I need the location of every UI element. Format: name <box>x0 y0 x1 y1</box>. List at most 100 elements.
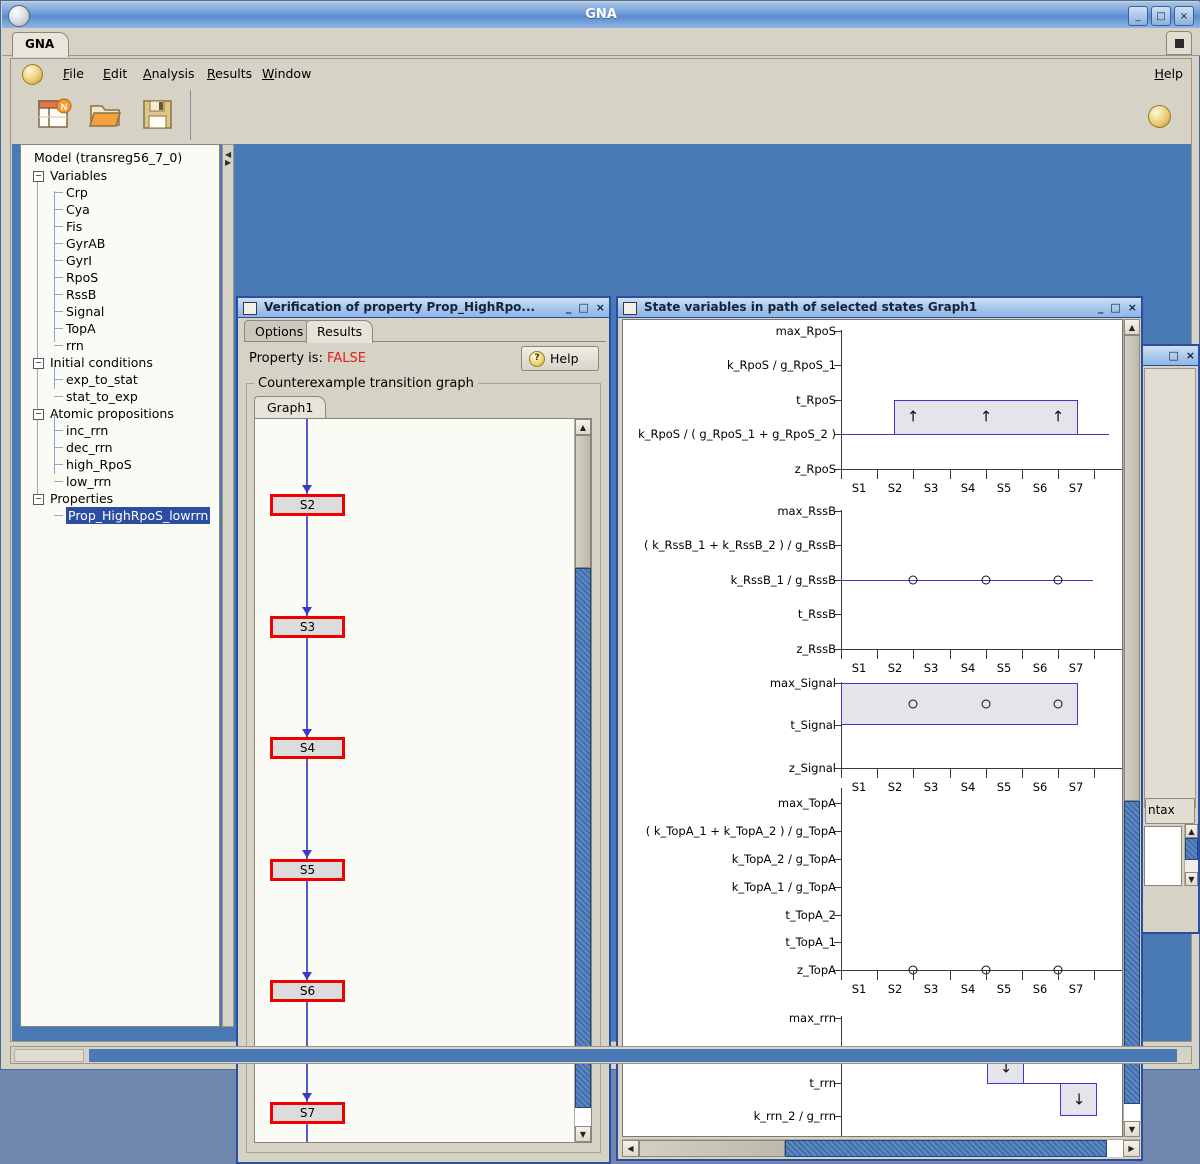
tree-item-cya[interactable]: Cya <box>66 201 90 218</box>
tree-group-properties[interactable]: Properties <box>50 490 113 507</box>
tree-item-dec-rrn[interactable]: dec_rrn <box>66 439 113 456</box>
state-variables-maximize-button[interactable]: □ <box>1110 301 1120 314</box>
topa-xtick-s1: S1 <box>851 982 867 996</box>
plot-scroll-down-button[interactable]: ▼ <box>1124 1121 1140 1137</box>
splitter-right-arrow-icon[interactable]: ▶ <box>225 159 231 167</box>
background-maximize-button[interactable]: □ <box>1168 349 1178 362</box>
background-editor-window[interactable]: □ × ntax ▲ ▼ <box>1140 344 1200 934</box>
tree-item-rssb[interactable]: RssB <box>66 286 96 303</box>
verification-close-button[interactable]: × <box>596 301 605 314</box>
menu-file[interactable]: FFileile <box>58 65 89 83</box>
status-indicator-icon <box>1148 105 1171 128</box>
minimize-button[interactable]: _ <box>1128 6 1148 26</box>
menu-analysis[interactable]: Analysis <box>138 65 200 83</box>
background-close-button[interactable]: × <box>1186 349 1195 362</box>
rrn-marker-s7-arrow-down-icon: ↓ <box>1072 1090 1086 1109</box>
menu-window[interactable]: Window <box>257 65 316 83</box>
transition-graph-pane[interactable]: S2 S3 S4 S5 S6 S7 ▲ ▼ <box>254 418 592 1143</box>
plot-vertical-scrollbar[interactable]: ▲ ▼ <box>1123 319 1140 1137</box>
state-node-s4[interactable]: S4 <box>270 737 345 759</box>
plot-scroll-left-button[interactable]: ◀ <box>622 1140 639 1157</box>
plot-hscroll-thumb-left[interactable] <box>639 1140 785 1157</box>
tree-item-fis[interactable]: Fis <box>66 218 82 235</box>
tree-expander-atomic-propositions[interactable]: − <box>33 409 44 420</box>
open-model-button[interactable] <box>88 97 126 133</box>
plot-scroll-right-button[interactable]: ▶ <box>1123 1140 1140 1157</box>
verification-minimize-button[interactable]: _ <box>566 301 572 314</box>
tree-item-gyri[interactable]: GyrI <box>66 252 92 269</box>
background-vertical-scrollbar[interactable]: ▲ ▼ <box>1184 824 1198 886</box>
graph-scroll-down-button[interactable]: ▼ <box>575 1126 591 1142</box>
tab-strip-divider <box>2 55 1200 56</box>
tree-item-low-rrn[interactable]: low_rrn <box>66 473 111 490</box>
background-scroll-thumb[interactable] <box>1185 838 1198 860</box>
application-tab-strip: GNA <box>2 28 1200 57</box>
menu-edit[interactable]: Edit <box>98 65 132 83</box>
tab-gna[interactable]: GNA <box>12 32 70 57</box>
tree-item-stat-to-exp[interactable]: stat_to_exp <box>66 388 138 405</box>
tree-root-label[interactable]: Model (transreg56_7_0) <box>34 149 182 166</box>
state-node-s3[interactable]: S3 <box>270 616 345 638</box>
graph-vertical-scrollbar[interactable]: ▲ ▼ <box>574 419 591 1142</box>
close-button[interactable]: × <box>1174 6 1194 26</box>
help-button[interactable]: ? Help <box>521 346 599 371</box>
transition-arrowhead <box>302 1093 312 1101</box>
tree-group-variables[interactable]: Variables <box>50 167 107 184</box>
tree-item-gyrab[interactable]: GyrAB <box>66 235 105 252</box>
state-variables-close-button[interactable]: × <box>1128 301 1137 314</box>
state-node-s2[interactable]: S2 <box>270 494 345 516</box>
background-syntax-button[interactable]: ntax <box>1145 798 1195 824</box>
menu-help[interactable]: Help <box>1154 65 1183 83</box>
tree-item-crp[interactable]: Crp <box>66 184 88 201</box>
background-scroll-down-button[interactable]: ▼ <box>1185 872 1198 886</box>
tree-item-rpos[interactable]: RpoS <box>66 269 98 286</box>
new-model-button[interactable]: N <box>36 97 74 133</box>
tree-group-initial-conditions[interactable]: Initial conditions <box>50 354 153 371</box>
tree-expander-variables[interactable]: − <box>33 171 44 182</box>
topa-ytick-5: ( k_TopA_1 + k_TopA_2 ) / g_TopA <box>645 824 836 838</box>
tree-item-inc-rrn[interactable]: inc_rrn <box>66 422 108 439</box>
plot-scroll-up-button[interactable]: ▲ <box>1124 319 1140 335</box>
tree-item-high-rpos[interactable]: high_RpoS <box>66 456 132 473</box>
verification-maximize-button[interactable]: □ <box>578 301 588 314</box>
tree-item-signal[interactable]: Signal <box>66 303 104 320</box>
tree-item-prop-highrpos-lowrrn[interactable]: Prop_HighRpoS_lowrrn <box>66 507 211 524</box>
save-model-button[interactable] <box>140 97 178 133</box>
tree-item-topa[interactable]: TopA <box>66 320 96 337</box>
tree-item-rrn[interactable]: rrn <box>66 337 84 354</box>
maximize-button[interactable]: □ <box>1151 6 1171 26</box>
tab-options[interactable]: Options <box>244 320 315 342</box>
tab-results[interactable]: Results <box>306 320 374 343</box>
state-node-s5[interactable]: S5 <box>270 859 345 881</box>
main-window-title: GNA <box>585 7 617 22</box>
graph-scroll-up-button[interactable]: ▲ <box>575 419 591 435</box>
state-node-s7[interactable]: S7 <box>270 1102 345 1124</box>
rssb-ytick-4: max_RssB <box>777 504 836 518</box>
plot-hscroll-thumb[interactable] <box>785 1140 1107 1157</box>
topa-xtick-s5: S5 <box>996 982 1012 996</box>
topa-ytick-1: t_TopA_1 <box>785 935 836 949</box>
graph-scroll-thumb[interactable] <box>575 568 591 1108</box>
state-node-s6[interactable]: S6 <box>270 980 345 1002</box>
window-menu-icon[interactable] <box>243 302 257 315</box>
tree-expander-properties[interactable]: − <box>33 494 44 505</box>
plot-horizontal-scrollbar[interactable]: ◀ ▶ <box>622 1139 1140 1157</box>
menu-results[interactable]: Results <box>202 65 257 83</box>
background-text-area[interactable] <box>1144 826 1182 886</box>
rpos-xtick-s5: S5 <box>996 481 1012 495</box>
tree-group-atomic-propositions[interactable]: Atomic propositions <box>50 405 174 422</box>
tree-item-exp-to-stat[interactable]: exp_to_stat <box>66 371 138 388</box>
window-menu-icon[interactable] <box>623 302 637 315</box>
graph-scroll-thumb-upper[interactable] <box>575 435 591 568</box>
model-tree-panel[interactable]: Model (transreg56_7_0) − Variables Crp C… <box>20 144 220 1027</box>
background-scroll-up-button[interactable]: ▲ <box>1185 824 1198 838</box>
mdi-desktop: Model (transreg56_7_0) − Variables Crp C… <box>12 144 1200 1164</box>
tab-maximize-button[interactable] <box>1166 31 1192 55</box>
rpos-ytick-3: k_RpoS / g_RpoS_1 <box>727 358 836 372</box>
tab-graph1[interactable]: Graph1 <box>254 396 327 419</box>
state-variables-minimize-button[interactable]: _ <box>1098 301 1104 314</box>
panel-splitter[interactable]: ◀ ▶ <box>222 144 234 1027</box>
splitter-left-arrow-icon[interactable]: ◀ <box>225 151 231 159</box>
tree-expander-initial-conditions[interactable]: − <box>33 358 44 369</box>
plot-scroll-thumb-upper[interactable] <box>1124 335 1140 801</box>
